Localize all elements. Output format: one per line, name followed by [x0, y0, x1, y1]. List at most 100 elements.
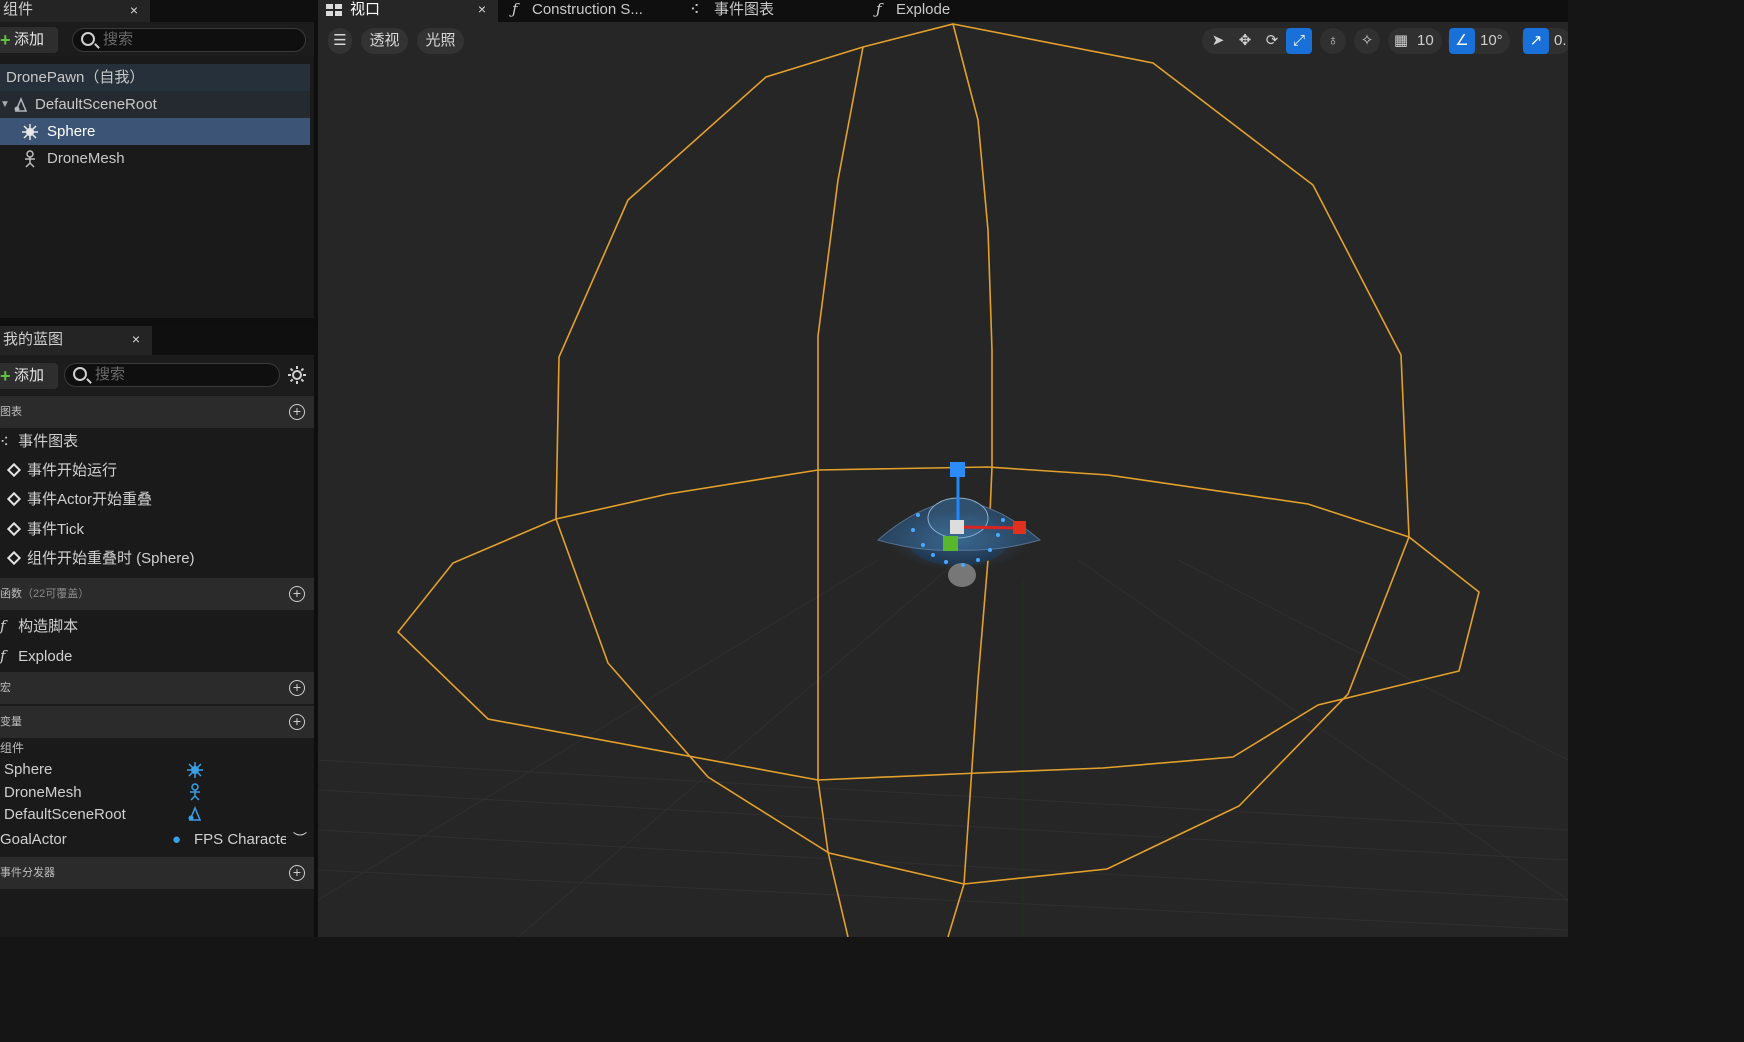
gizmo-z-handle[interactable]	[950, 462, 965, 477]
variable-dronemesh[interactable]: DroneMesh	[4, 782, 82, 804]
category-graphs[interactable]: 图表 +	[0, 396, 314, 428]
add-blueprint-item-label: 添加	[14, 367, 45, 384]
event-diamond-icon	[6, 462, 22, 478]
sphere-component-icon	[22, 124, 38, 140]
close-icon[interactable]: ×	[132, 326, 140, 352]
my-blueprint-panel: 我的蓝图 × + 添加 搜索 图表 + ⠪ 事件图表 事件开始运行 事件Acto…	[0, 326, 314, 937]
scale-snap-value[interactable]: 0.	[1554, 28, 1567, 54]
function-icon: ƒ	[876, 0, 882, 18]
add-component-label: 添加	[14, 31, 45, 48]
function-icon: ƒ	[0, 647, 6, 665]
skeletal-mesh-icon	[190, 783, 200, 801]
list-item-event-actor-begin-overlap[interactable]: 事件Actor开始重叠	[0, 486, 152, 514]
gizmo-center-handle[interactable]	[950, 520, 964, 534]
list-item-event-begin-play[interactable]: 事件开始运行	[0, 457, 117, 485]
floor-grid	[318, 559, 1568, 937]
world-space-icon[interactable]: ♁	[1320, 28, 1346, 54]
add-macro-icon[interactable]: +	[289, 680, 305, 696]
search-icon	[73, 367, 87, 381]
add-graph-icon[interactable]: +	[289, 404, 305, 420]
collapse-arrow-icon[interactable]: ▼	[0, 91, 10, 118]
components-tabstrip: 组件 ×	[0, 0, 314, 22]
scale-snap-icon[interactable]: ↗	[1523, 28, 1549, 54]
tree-item-defaultsceneroot[interactable]: ▼ DefaultSceneRoot	[0, 91, 310, 118]
category-variables[interactable]: 变量 +	[0, 706, 314, 738]
add-variable-icon[interactable]: +	[289, 714, 305, 730]
rotation-snap-value[interactable]: 10°	[1480, 28, 1503, 54]
list-item-event-tick[interactable]: 事件Tick	[0, 516, 84, 544]
function-icon: ƒ	[0, 617, 6, 635]
on-component-begin-overlap-label: 组件开始重叠时 (Sphere)	[27, 550, 195, 567]
tree-item-defaultsceneroot-label: DefaultSceneRoot	[35, 96, 157, 113]
plus-icon: +	[0, 30, 11, 50]
list-item-on-component-begin-overlap[interactable]: 组件开始重叠时 (Sphere)	[0, 545, 195, 573]
tab-my-blueprint-label: 我的蓝图	[3, 331, 64, 348]
add-function-icon[interactable]: +	[289, 586, 305, 602]
tree-item-dronepawn[interactable]: DronePawn（自我）	[0, 64, 310, 91]
tree-item-dronemesh[interactable]: DroneMesh	[0, 145, 310, 172]
sphere-component-icon	[187, 762, 203, 778]
tab-viewport-label: 视口	[350, 1, 381, 18]
category-event-dispatchers[interactable]: 事件分发器 +	[0, 857, 314, 889]
tree-item-sphere-label: Sphere	[47, 123, 96, 140]
add-blueprint-item-button[interactable]: + 添加	[0, 363, 58, 389]
list-item-construction-script[interactable]: ƒ 构造脚本	[0, 612, 78, 640]
tab-construction-script[interactable]: ƒ Construction S...	[500, 0, 680, 22]
hamburger-icon: ☰	[333, 32, 347, 49]
construction-script-label: 构造脚本	[18, 618, 79, 635]
viewport-icon	[326, 4, 342, 16]
gizmo-x-handle[interactable]	[1013, 521, 1026, 534]
scale-icon[interactable]: ⤢	[1286, 28, 1312, 54]
event-actor-begin-overlap-label: 事件Actor开始重叠	[27, 491, 153, 508]
close-icon[interactable]: ×	[130, 0, 138, 20]
variable-sphere[interactable]: Sphere	[4, 759, 52, 781]
grid-snap-value[interactable]: 10	[1417, 28, 1434, 54]
blueprint-search-input[interactable]: 搜索	[64, 363, 280, 387]
category-functions[interactable]: 函数（22可覆盖） +	[0, 578, 314, 610]
event-diamond-icon	[6, 550, 22, 566]
move-icon[interactable]: ✥	[1232, 28, 1258, 54]
rotate-icon[interactable]: ⟳	[1259, 28, 1285, 54]
tab-components[interactable]: 组件 ×	[0, 0, 150, 22]
tab-event-graph[interactable]: ⠪ 事件图表	[682, 0, 862, 22]
viewport-area[interactable]: 视口 × ƒ Construction S... ⠪ 事件图表 ƒ Explod…	[318, 0, 1568, 937]
tab-explode[interactable]: ƒ Explode	[864, 0, 1044, 22]
tab-viewport[interactable]: 视口 ×	[318, 0, 498, 22]
perspective-button[interactable]: 透视	[361, 28, 408, 54]
tree-item-dronepawn-label: DronePawn（自我）	[6, 69, 145, 86]
add-dispatcher-icon[interactable]: +	[289, 865, 305, 881]
category-macros[interactable]: 宏 +	[0, 672, 314, 704]
components-search-placeholder: 搜索	[103, 31, 134, 48]
lighting-button[interactable]: 光照	[417, 28, 464, 54]
sphere-collision-wireframe	[396, 23, 1480, 937]
graph-icon: ⠪	[690, 2, 700, 17]
gear-icon[interactable]	[287, 365, 307, 385]
panel-splitter[interactable]	[0, 318, 318, 326]
event-diamond-icon	[6, 521, 22, 537]
tree-item-sphere[interactable]: Sphere	[0, 118, 310, 145]
close-icon[interactable]: ×	[478, 0, 486, 19]
eye-closed-icon[interactable]: ︶	[293, 829, 307, 849]
viewport-menu-button[interactable]: ☰	[328, 28, 352, 54]
variable-group-components[interactable]: 组件	[0, 737, 24, 759]
tab-my-blueprint[interactable]: 我的蓝图 ×	[0, 326, 152, 355]
event-tick-label: 事件Tick	[27, 521, 84, 538]
list-item-explode[interactable]: ƒ Explode	[0, 642, 72, 670]
gizmo-y-handle[interactable]	[943, 536, 958, 551]
category-event-dispatchers-label: 事件分发器	[0, 867, 55, 879]
components-search-input[interactable]: 搜索	[72, 28, 306, 52]
surface-snap-icon[interactable]: ✧	[1354, 28, 1380, 54]
category-functions-label: 函数	[0, 588, 22, 600]
add-component-button[interactable]: + 添加	[0, 27, 58, 53]
list-item-event-graph[interactable]: ⠪ 事件图表	[0, 428, 78, 456]
tab-components-label: 组件	[3, 1, 34, 18]
rotation-snap-icon[interactable]: ∠	[1449, 28, 1475, 54]
component-tree: DronePawn（自我） ▼ DefaultSceneRoot Sphere	[0, 64, 310, 318]
select-arrow-icon[interactable]: ➤	[1205, 28, 1231, 54]
viewport-tabstrip: 视口 × ƒ Construction S... ⠪ 事件图表 ƒ Explod…	[318, 0, 1568, 22]
event-diamond-icon	[6, 491, 22, 507]
variable-defaultsceneroot[interactable]: DefaultSceneRoot	[4, 804, 126, 826]
variable-goalactor[interactable]: GoalActor	[0, 829, 67, 851]
person-icon: ●	[172, 831, 182, 848]
grid-snap-icon[interactable]: ▦	[1388, 28, 1414, 54]
